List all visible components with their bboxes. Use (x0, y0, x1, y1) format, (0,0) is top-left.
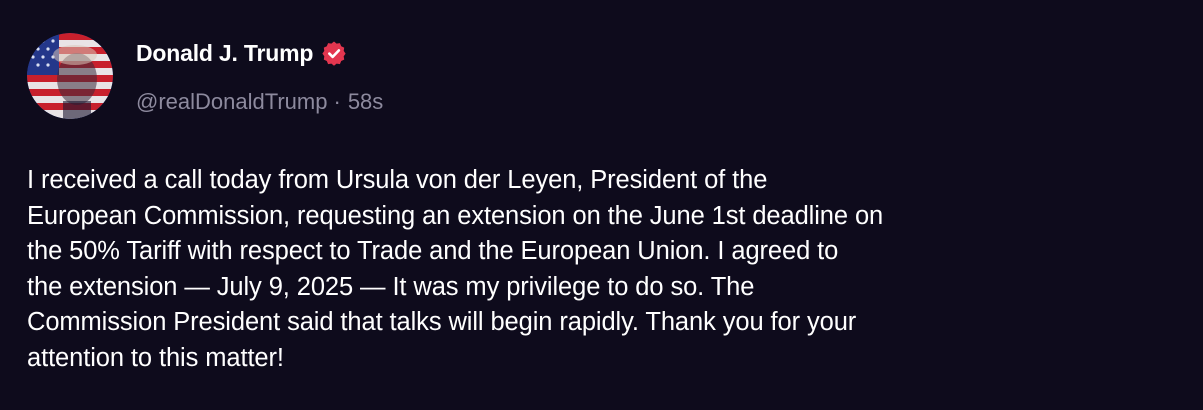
author-display-name[interactable]: Donald J. Trump (136, 40, 313, 67)
verified-badge-icon (321, 40, 347, 66)
avatar-image (27, 33, 113, 119)
author-avatar[interactable] (27, 33, 113, 119)
meta-separator: · (333, 89, 341, 114)
author-handle[interactable]: @realDonaldTrump (136, 89, 327, 114)
post-timestamp[interactable]: 58s (348, 89, 383, 114)
post-body-text: I received a call today from Ursula von … (27, 166, 884, 372)
author-meta-row: @realDonaldTrump · 58s (136, 89, 383, 115)
author-name-row: Donald J. Trump (136, 38, 347, 68)
post-card: Donald J. Trump @realDonaldTrump · 58s I r… (0, 0, 1203, 410)
